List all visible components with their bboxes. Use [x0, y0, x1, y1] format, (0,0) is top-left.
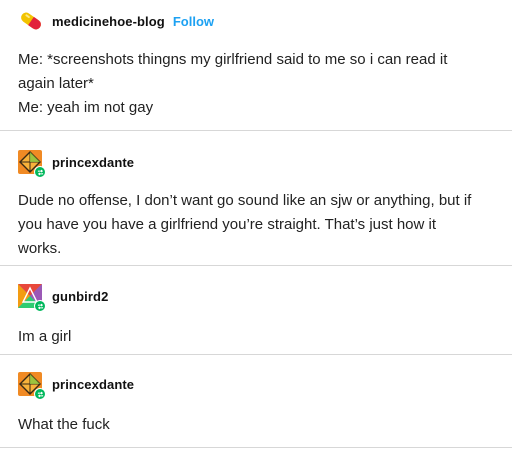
- reblog-icon: [34, 388, 46, 400]
- post-body-line: Me: *screenshots thingns my girlfriend s…: [18, 51, 448, 68]
- post-body: Dude no offense, I don’t want go sound l…: [18, 189, 494, 261]
- divider: [0, 447, 512, 448]
- post-body-line: Me: yeah im not gay: [18, 99, 154, 116]
- post-body-line: Im a girl: [18, 328, 72, 345]
- avatar[interactable]: [18, 372, 46, 400]
- post-header: princexdante: [18, 369, 494, 400]
- username[interactable]: medicinehoe-blog: [52, 14, 165, 29]
- avatar[interactable]: [18, 284, 46, 312]
- post-body: Me: *screenshots thingns my girlfriend s…: [18, 48, 494, 120]
- username[interactable]: gunbird2: [52, 289, 108, 304]
- username[interactable]: princexdante: [52, 155, 134, 170]
- reblog-icon: [34, 300, 46, 312]
- post-header: medicinehoe-blog Follow: [18, 6, 494, 36]
- post-body-line: Dude no offense, I don’t want go sound l…: [18, 192, 472, 209]
- post-body-line: What the fuck: [18, 416, 110, 433]
- pill-capsule-icon: [21, 12, 41, 30]
- post: gunbird2 Im a girl: [0, 266, 512, 355]
- post-thread: medicinehoe-blog Follow Me: *screenshots…: [0, 0, 512, 448]
- post-body-line: again later*: [18, 75, 94, 92]
- post-header: princexdante: [18, 147, 494, 178]
- avatar[interactable]: [18, 150, 46, 178]
- post-body-line: works.: [18, 240, 62, 257]
- post-body: Im a girl: [18, 325, 494, 349]
- post: princexdante What the fuck: [0, 355, 512, 448]
- username[interactable]: princexdante: [52, 377, 134, 392]
- avatar[interactable]: [18, 9, 42, 33]
- follow-button[interactable]: Follow: [173, 14, 214, 29]
- reblog-icon: [34, 166, 46, 178]
- post-header: gunbird2: [18, 281, 494, 312]
- post: medicinehoe-blog Follow Me: *screenshots…: [0, 0, 512, 131]
- post-body: What the fuck: [18, 413, 494, 437]
- post: princexdante Dude no offense, I don’t wa…: [0, 131, 512, 266]
- post-body-line: you have you have a girlfriend you’re st…: [18, 216, 437, 233]
